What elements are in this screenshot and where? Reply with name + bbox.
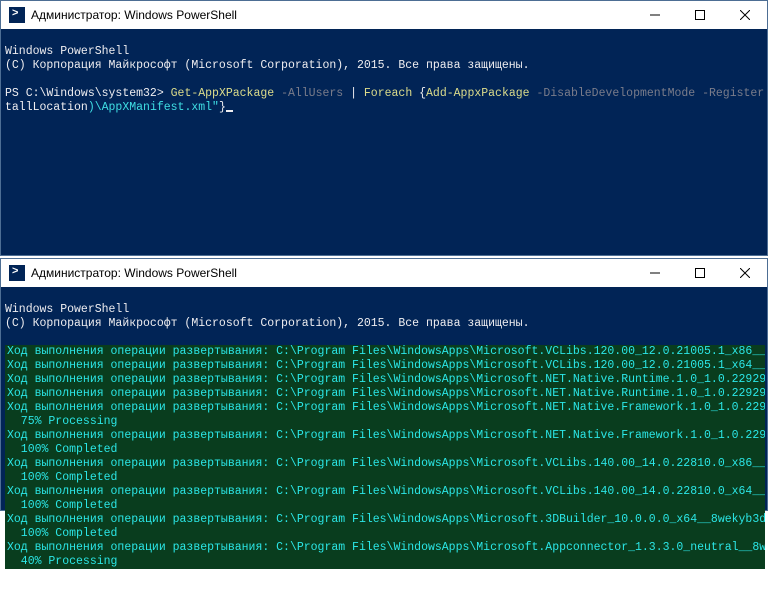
banner-line: Windows PowerShell	[5, 303, 129, 316]
maximize-button[interactable]	[677, 259, 722, 287]
progress-status: 75% Processing	[5, 415, 765, 429]
progress-line: Ход выполнения операции развертывания: C…	[5, 429, 765, 443]
minimize-icon	[650, 10, 660, 20]
window-title: Администратор: Windows PowerShell	[31, 8, 632, 22]
close-icon	[740, 268, 750, 278]
cmdlet: Get-AppXPackage	[171, 87, 275, 100]
window-controls	[632, 1, 767, 29]
powershell-window-1: Администратор: Windows PowerShell Window…	[0, 0, 768, 256]
progress-line: Ход выполнения операции развертывания: C…	[5, 387, 765, 401]
progress-line: Ход выполнения операции развертывания: C…	[5, 485, 765, 499]
maximize-icon	[695, 268, 705, 278]
brace: {	[419, 87, 426, 100]
prompt-text: PS C:\Windows\system32>	[5, 87, 171, 100]
cursor	[226, 110, 233, 112]
maximize-icon	[695, 10, 705, 20]
minimize-button[interactable]	[632, 259, 677, 287]
titlebar[interactable]: Администратор: Windows PowerShell	[1, 259, 767, 287]
cmd-param: -DisableDevelopmentMode -Register	[530, 87, 765, 100]
close-button[interactable]	[722, 259, 767, 287]
terminal-output[interactable]: Windows PowerShell (C) Корпорация Майкро…	[1, 29, 767, 145]
progress-line: Ход выполнения операции развертывания: C…	[5, 373, 765, 387]
progress-line: Ход выполнения операции развертывания: C…	[5, 457, 765, 471]
maximize-button[interactable]	[677, 1, 722, 29]
minimize-button[interactable]	[632, 1, 677, 29]
progress-line: Ход выполнения операции развертывания: C…	[5, 401, 765, 415]
progress-line: Ход выполнения операции развертывания: C…	[5, 359, 765, 373]
banner-line: Windows PowerShell	[5, 45, 129, 58]
powershell-window-2: Администратор: Windows PowerShell Window…	[0, 258, 768, 511]
window-controls	[632, 259, 767, 287]
progress-line: Ход выполнения операции развертывания: C…	[5, 345, 765, 359]
member: tallLocation	[5, 101, 88, 114]
close-icon	[740, 10, 750, 20]
cmd-param: -AllUsers	[274, 87, 350, 100]
pipe: |	[350, 87, 364, 100]
string-lit: )\AppXManifest.xml"	[88, 101, 219, 114]
powershell-icon	[9, 265, 25, 281]
minimize-icon	[650, 268, 660, 278]
copyright-line: (C) Корпорация Майкрософт (Microsoft Cor…	[5, 59, 530, 72]
cmdlet: Foreach	[364, 87, 419, 100]
progress-status: 40% Processing	[5, 555, 765, 569]
terminal-output[interactable]: Windows PowerShell (C) Корпорация Майкро…	[1, 287, 767, 599]
powershell-icon	[9, 7, 25, 23]
copyright-line: (C) Корпорация Майкрософт (Microsoft Cor…	[5, 317, 530, 330]
close-button[interactable]	[722, 1, 767, 29]
brace: }	[219, 101, 226, 114]
progress-status: 100% Completed	[5, 471, 765, 485]
window-title: Администратор: Windows PowerShell	[31, 266, 632, 280]
progress-status: 100% Completed	[5, 527, 765, 541]
progress-line: Ход выполнения операции развертывания: C…	[5, 513, 765, 527]
cmdlet: Add-AppxPackage	[426, 87, 530, 100]
titlebar[interactable]: Администратор: Windows PowerShell	[1, 1, 767, 29]
progress-line: Ход выполнения операции развертывания: C…	[5, 541, 765, 555]
progress-status: 100% Completed	[5, 443, 765, 457]
